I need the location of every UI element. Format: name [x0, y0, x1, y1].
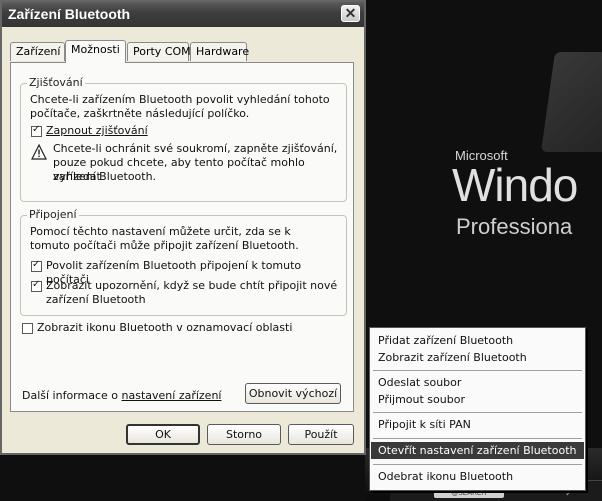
connections-description-line2: tomuto počítači může připojit zařízení B… [30, 239, 299, 252]
close-button[interactable]: ✕ [341, 5, 360, 22]
warning-icon [31, 144, 47, 160]
discovery-description-line1: Chcete-li zařízením Bluetooth povolit vy… [30, 93, 330, 106]
connections-group-title: Připojení [27, 208, 79, 221]
options-panel: Zjišťování Chcete-li zařízením Bluetooth… [10, 62, 354, 412]
edition-text: Professiona [456, 214, 573, 239]
notify-new-device-label-line1[interactable]: Zobrazit upozornění, když se bude chtít … [46, 279, 337, 293]
tab-devices[interactable]: Zařízení [10, 42, 65, 61]
menu-item-show-devices[interactable]: Zobrazit zařízení Bluetooth [371, 349, 584, 366]
menu-item-receive-file[interactable]: Přijmout soubor [371, 391, 584, 408]
more-info-prefix: Další informace o [22, 389, 122, 402]
close-icon: ✕ [344, 5, 357, 21]
discovery-group: Zjišťování Chcete-li zařízením Bluetooth… [20, 76, 347, 202]
apply-button[interactable]: Použít [288, 424, 354, 445]
menu-item-connect-pan[interactable]: Připojit k síti PAN [371, 416, 584, 433]
window-title: Zařízení Bluetooth [8, 6, 131, 22]
enable-discovery-label[interactable]: Zapnout zjišťování [46, 124, 148, 138]
product-text: Windo [452, 159, 578, 211]
menu-separator [373, 412, 582, 413]
connections-group: Připojení Pomocí těchto nastavení můžete… [20, 208, 347, 316]
show-tray-icon-checkbox[interactable] [22, 323, 33, 334]
title-bar[interactable]: Zařízení Bluetooth ✕ [2, 2, 364, 27]
notify-new-device-label-line2[interactable]: zařízení Bluetooth [46, 293, 146, 307]
device-settings-link[interactable]: nastavení zařízení [122, 389, 222, 402]
menu-item-add-device[interactable]: Přidat zařízení Bluetooth [371, 332, 584, 349]
connections-description-line1: Pomocí těchto nastavení můžete určit, zd… [30, 225, 291, 238]
show-tray-icon-label[interactable]: Zobrazit ikonu Bluetooth v oznamovací ob… [37, 321, 292, 335]
enable-discovery-checkbox[interactable] [31, 124, 42, 137]
cancel-button[interactable]: Storno [207, 424, 281, 445]
allow-connections-checkbox[interactable] [31, 259, 42, 272]
discovery-description-line2: počítače, zaškrtněte následující políčko… [30, 107, 250, 120]
notify-new-device-checkbox[interactable] [31, 279, 42, 292]
menu-item-open-settings[interactable]: Otevřít nastavení zařízení Bluetooth [371, 442, 584, 459]
menu-item-send-file[interactable]: Odeslat soubor [371, 374, 584, 391]
ok-button[interactable]: OK [126, 424, 200, 445]
discovery-warning-line3: zařízení Bluetooth. [53, 170, 157, 183]
tab-options[interactable]: Možnosti [65, 40, 126, 63]
menu-separator [373, 464, 582, 465]
bluetooth-context-menu: Přidat zařízení Bluetooth Zobrazit zaříz… [369, 327, 586, 491]
more-info-text: Další informace o nastavení zařízení [22, 389, 221, 403]
tab-com-ports[interactable]: Porty COM [127, 42, 191, 61]
discovery-group-title: Zjišťování [27, 76, 85, 89]
menu-separator [373, 370, 582, 371]
discovery-warning-line1: Chcete-li ochránit své soukromí, zapněte… [53, 142, 338, 155]
restore-defaults-button[interactable]: Obnovit výchozí [245, 383, 341, 404]
windows-flag-logo [540, 52, 602, 152]
menu-item-remove-icon[interactable]: Odebrat ikonu Bluetooth [371, 468, 584, 485]
menu-separator [373, 438, 582, 439]
tab-hardware[interactable]: Hardware [190, 42, 249, 61]
bluetooth-devices-dialog: Zařízení Bluetooth ✕ Zařízení Možnosti P… [0, 0, 366, 455]
